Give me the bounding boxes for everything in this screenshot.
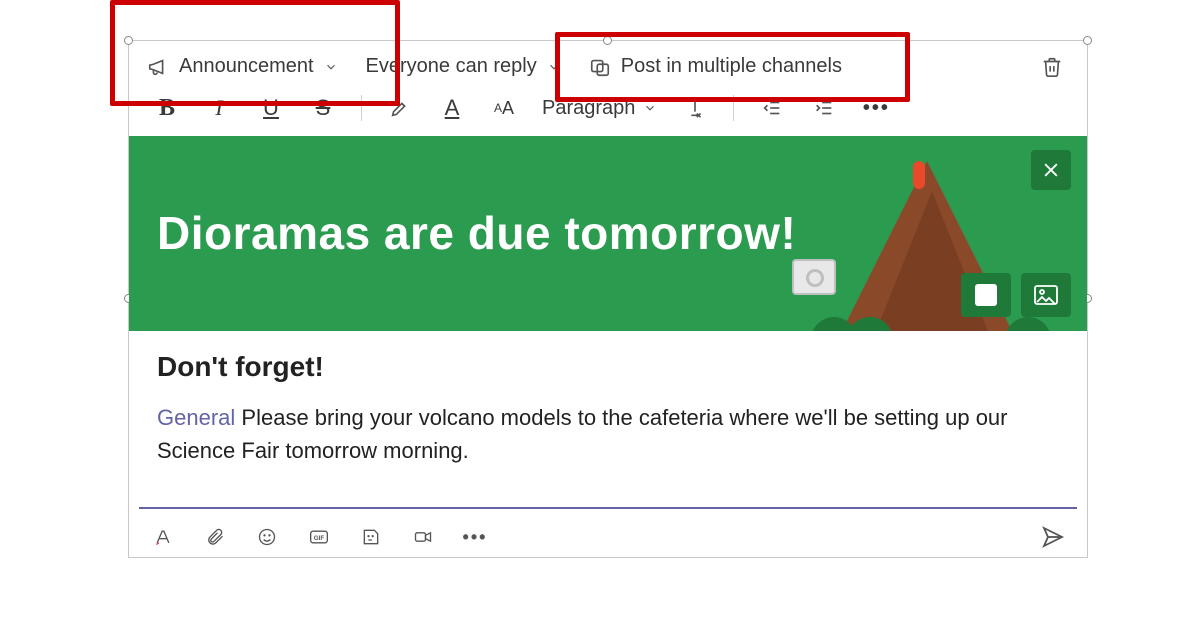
outdent-icon <box>761 97 783 119</box>
reply-permission-label: Everyone can reply <box>366 55 537 78</box>
attach-button[interactable] <box>201 523 229 551</box>
selection-handle[interactable] <box>124 36 133 45</box>
emoji-button[interactable] <box>253 523 281 551</box>
separator <box>361 95 362 121</box>
emoji-icon <box>257 527 277 547</box>
reply-permission-dropdown[interactable]: Everyone can reply <box>366 55 561 78</box>
italic-button[interactable]: I <box>205 94 233 122</box>
more-format-button[interactable]: ••• <box>862 94 890 122</box>
send-button[interactable] <box>1039 523 1067 551</box>
compose-canvas: Announcement Everyone can reply Post in … <box>128 40 1088 558</box>
banner-title[interactable]: Dioramas are due tomorrow! <box>157 209 796 257</box>
paragraph-style-dropdown[interactable]: Paragraph <box>542 97 657 120</box>
indent-icon <box>813 97 835 119</box>
outdent-button[interactable] <box>758 94 786 122</box>
multi-channel-icon <box>589 56 611 78</box>
remove-banner-button[interactable] <box>1031 150 1071 190</box>
body-text-input[interactable]: General Please bring your volcano models… <box>157 401 1059 467</box>
post-options-row: Announcement Everyone can reply Post in … <box>129 41 1087 88</box>
selection-handle[interactable] <box>1083 36 1092 45</box>
gif-button[interactable]: GIF <box>305 523 333 551</box>
close-icon <box>1041 160 1061 180</box>
strike-button[interactable]: S <box>309 94 337 122</box>
highlight-button[interactable] <box>386 94 414 122</box>
post-type-dropdown[interactable]: Announcement <box>147 55 338 78</box>
chevron-down-icon <box>547 60 561 74</box>
megaphone-icon <box>147 56 169 78</box>
sticker-icon <box>361 527 381 547</box>
post-multiple-channels-label: Post in multiple channels <box>621 55 842 78</box>
font-size-button[interactable]: AA <box>490 94 518 122</box>
sticker-button[interactable] <box>357 523 385 551</box>
image-icon <box>1034 285 1058 305</box>
chevron-down-icon <box>643 101 657 115</box>
selection-handle[interactable] <box>603 36 612 45</box>
send-icon <box>1040 525 1066 549</box>
paragraph-style-label: Paragraph <box>542 97 635 120</box>
post-multiple-channels-button[interactable]: Post in multiple channels <box>589 55 842 78</box>
compose-actions: GIF ••• <box>129 509 1087 557</box>
discard-button[interactable] <box>1041 56 1063 78</box>
clear-format-icon <box>684 97 706 119</box>
indent-button[interactable] <box>810 94 838 122</box>
banner-image-controls <box>961 273 1071 317</box>
post-type-label: Announcement <box>179 55 314 78</box>
underline-button[interactable]: U <box>257 94 285 122</box>
change-image-button[interactable] <box>1021 273 1071 317</box>
channel-mention[interactable]: General <box>157 405 235 430</box>
color-scheme-button[interactable] <box>961 273 1011 317</box>
font-color-button[interactable]: A <box>438 94 466 122</box>
paperclip-icon <box>205 527 225 547</box>
gif-icon: GIF <box>309 527 329 547</box>
meet-now-button[interactable] <box>409 523 437 551</box>
video-icon <box>413 527 433 547</box>
clear-format-button[interactable] <box>681 94 709 122</box>
svg-text:GIF: GIF <box>314 535 325 542</box>
message-body[interactable]: Don't forget! General Please bring your … <box>129 331 1087 507</box>
chevron-down-icon <box>324 60 338 74</box>
announcement-banner[interactable]: Dioramas are due tomorrow! <box>129 136 1087 331</box>
format-icon <box>153 527 173 547</box>
format-toolbar: B I U S A AA Paragraph ••• <box>129 88 1087 136</box>
subhead-input[interactable]: Don't forget! <box>157 351 1059 383</box>
body-text: Please bring your volcano models to the … <box>157 405 1008 463</box>
trash-icon <box>1041 56 1063 78</box>
more-actions-button[interactable]: ••• <box>461 523 489 551</box>
format-toggle-button[interactable] <box>149 523 177 551</box>
highlighter-icon <box>389 97 411 119</box>
bold-button[interactable]: B <box>153 94 181 122</box>
separator <box>733 95 734 121</box>
color-swatch-icon <box>975 284 997 306</box>
